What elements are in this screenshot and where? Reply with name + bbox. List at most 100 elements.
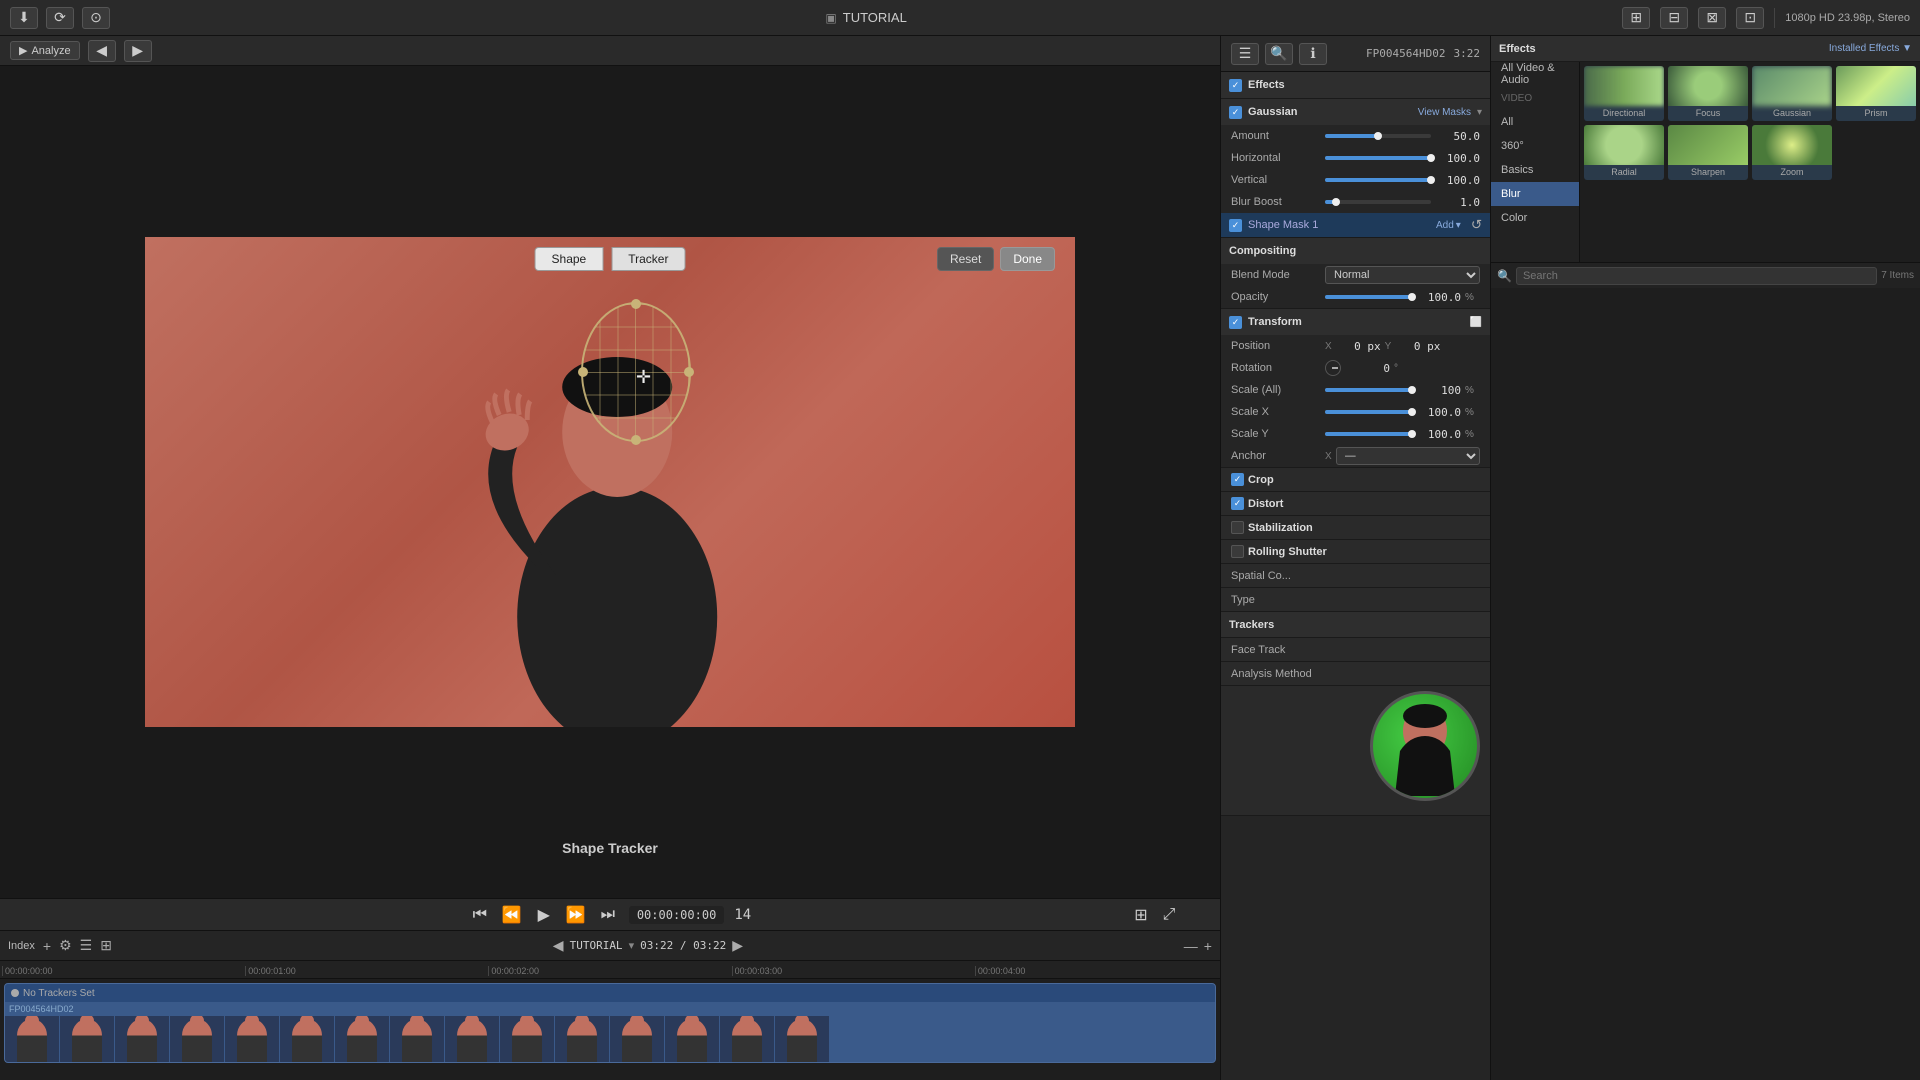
stabilization-checkbox[interactable]: [1231, 521, 1244, 534]
effect-sharpen[interactable]: Sharpen: [1668, 125, 1748, 180]
analyze-button[interactable]: ▶ Analyze: [10, 41, 80, 60]
next-frame-btn[interactable]: ▶: [124, 40, 152, 62]
gaussian-checkbox[interactable]: [1229, 106, 1242, 119]
zoom-out-btn[interactable]: —: [1184, 938, 1198, 954]
zoom-in-btn[interactable]: +: [1204, 938, 1212, 954]
skip-to-start[interactable]: ⏮: [469, 904, 491, 926]
effects-search-bar: 🔍 7 Items: [1491, 262, 1920, 288]
timeline-dropdown-arrow[interactable]: ▾: [629, 939, 635, 952]
tracker-button[interactable]: Tracker: [611, 247, 685, 271]
handle-right[interactable]: [684, 367, 694, 377]
opacity-row: Opacity 100.0 %: [1221, 286, 1490, 308]
cat-blur[interactable]: Blur: [1491, 182, 1579, 206]
effect-directional[interactable]: Directional: [1584, 66, 1664, 121]
cat-color[interactable]: Color: [1491, 206, 1579, 230]
shape-button[interactable]: Shape: [535, 247, 604, 271]
sync-btn[interactable]: ⊙: [82, 7, 110, 29]
effects-sidebar: All Video & Audio VIDEO All 360° Basics …: [1491, 62, 1920, 262]
viewport-top-right: Reset Done: [937, 247, 1055, 271]
layout-btn4[interactable]: ⊡: [1736, 7, 1764, 29]
loop-btn[interactable]: ⊞: [1130, 904, 1152, 926]
top-toolbar: ⬇ ⟳ ⊙ ▣ TUTORIAL ⊞ ⊟ ⊠ ⊡ 1080p HD 23.98p…: [0, 0, 1920, 36]
scale-y-thumb[interactable]: [1408, 430, 1416, 438]
fullscreen-btn[interactable]: ⤢: [1158, 904, 1180, 926]
transform-expand-btn[interactable]: ⬜: [1470, 317, 1482, 328]
transform-checkbox[interactable]: [1229, 316, 1242, 329]
cat-all[interactable]: All: [1491, 110, 1579, 134]
cat-all-video-audio[interactable]: All Video & Audio: [1491, 62, 1579, 86]
effect-radial[interactable]: Radial: [1584, 125, 1664, 180]
focus-label: Focus: [1668, 106, 1748, 121]
scale-x-slider[interactable]: [1325, 410, 1412, 414]
layout-btn3[interactable]: ⊠: [1698, 7, 1726, 29]
scale-all-thumb[interactable]: [1408, 386, 1416, 394]
anchor-select[interactable]: —: [1336, 447, 1480, 465]
scale-x-thumb[interactable]: [1408, 408, 1416, 416]
timeline-prev[interactable]: ◀: [553, 937, 564, 954]
blur-boost-thumb[interactable]: [1332, 198, 1340, 206]
inspector-tab-btn3[interactable]: ℹ: [1299, 43, 1327, 65]
reset-button[interactable]: Reset: [937, 247, 994, 271]
media-btn[interactable]: ⟳: [46, 7, 74, 29]
inspector-tab-btn1[interactable]: ☰: [1231, 43, 1259, 65]
scale-y-slider[interactable]: [1325, 432, 1412, 436]
amount-slider[interactable]: [1325, 134, 1431, 138]
shape-tracker-overlay[interactable]: ✛: [581, 302, 691, 442]
skip-to-end[interactable]: ⏭: [597, 904, 619, 926]
effects-section-header[interactable]: Effects: [1221, 72, 1490, 98]
trackers-header[interactable]: Trackers: [1221, 612, 1490, 638]
play-pause[interactable]: ▶: [533, 904, 555, 926]
installed-effects-label[interactable]: Installed Effects ▼: [1829, 43, 1912, 54]
cat-basics[interactable]: Basics: [1491, 158, 1579, 182]
rotation-dial[interactable]: [1325, 360, 1341, 376]
grid-view-btn[interactable]: ⊞: [100, 937, 112, 954]
shape-mask-row[interactable]: Shape Mask 1 Add ▾ ↺: [1221, 213, 1490, 237]
shape-mask-checkbox[interactable]: [1229, 219, 1242, 232]
opacity-thumb[interactable]: [1408, 293, 1416, 301]
list-view-btn[interactable]: ☰: [80, 937, 93, 954]
blend-mode-select[interactable]: Normal: [1325, 266, 1480, 284]
gaussian-header[interactable]: Gaussian View Masks ▾: [1221, 99, 1490, 125]
opacity-slider[interactable]: [1325, 295, 1412, 299]
track-clip[interactable]: No Trackers Set FP004564HD02: [4, 983, 1216, 1063]
horizontal-slider[interactable]: [1325, 156, 1431, 160]
layout-btn2[interactable]: ⊟: [1660, 7, 1688, 29]
shape-mask-add-btn[interactable]: Add ▾: [1436, 220, 1461, 231]
prev-frame-btn[interactable]: ◀: [88, 40, 116, 62]
effect-gaussian[interactable]: Gaussian: [1752, 66, 1832, 121]
add-track-btn[interactable]: +: [43, 938, 51, 954]
effects-checkbox[interactable]: [1229, 79, 1242, 92]
shape-mask-reset-btn[interactable]: ↺: [1471, 217, 1482, 233]
cat-360[interactable]: 360°: [1491, 134, 1579, 158]
tracker-ellipse[interactable]: [581, 302, 691, 442]
clip-id: FP004564HD02: [1366, 47, 1445, 60]
next-frame[interactable]: ⏩: [565, 904, 587, 926]
rolling-shutter-checkbox[interactable]: [1231, 545, 1244, 558]
horizontal-thumb[interactable]: [1427, 154, 1435, 162]
amount-thumb[interactable]: [1374, 132, 1382, 140]
prev-frame[interactable]: ⏪: [501, 904, 523, 926]
distort-checkbox[interactable]: [1231, 497, 1244, 510]
effect-prism[interactable]: Prism: [1836, 66, 1916, 121]
effect-zoom[interactable]: Zoom: [1752, 125, 1832, 180]
crop-checkbox[interactable]: [1231, 473, 1244, 486]
done-button[interactable]: Done: [1000, 247, 1055, 271]
layout-btn1[interactable]: ⊞: [1622, 7, 1650, 29]
vertical-thumb[interactable]: [1427, 176, 1435, 184]
view-masks-btn[interactable]: View Masks: [1418, 107, 1471, 118]
search-input[interactable]: [1516, 267, 1877, 285]
compositing-header[interactable]: Compositing: [1221, 238, 1490, 264]
import-btn[interactable]: ⬇: [10, 7, 38, 29]
gaussian-preview: [1752, 66, 1832, 106]
timeline-next[interactable]: ▶: [732, 937, 743, 954]
inspector-tab-btn2[interactable]: 🔍: [1265, 43, 1293, 65]
handle-left[interactable]: [578, 367, 588, 377]
settings-btn[interactable]: ⚙: [59, 937, 72, 954]
scale-all-slider[interactable]: [1325, 388, 1412, 392]
blur-boost-slider[interactable]: [1325, 200, 1431, 204]
effect-focus[interactable]: Focus: [1668, 66, 1748, 121]
transform-header[interactable]: Transform ⬜: [1221, 309, 1490, 335]
handle-bottom[interactable]: [631, 435, 641, 445]
vertical-slider[interactable]: [1325, 178, 1431, 182]
handle-top[interactable]: [631, 299, 641, 309]
